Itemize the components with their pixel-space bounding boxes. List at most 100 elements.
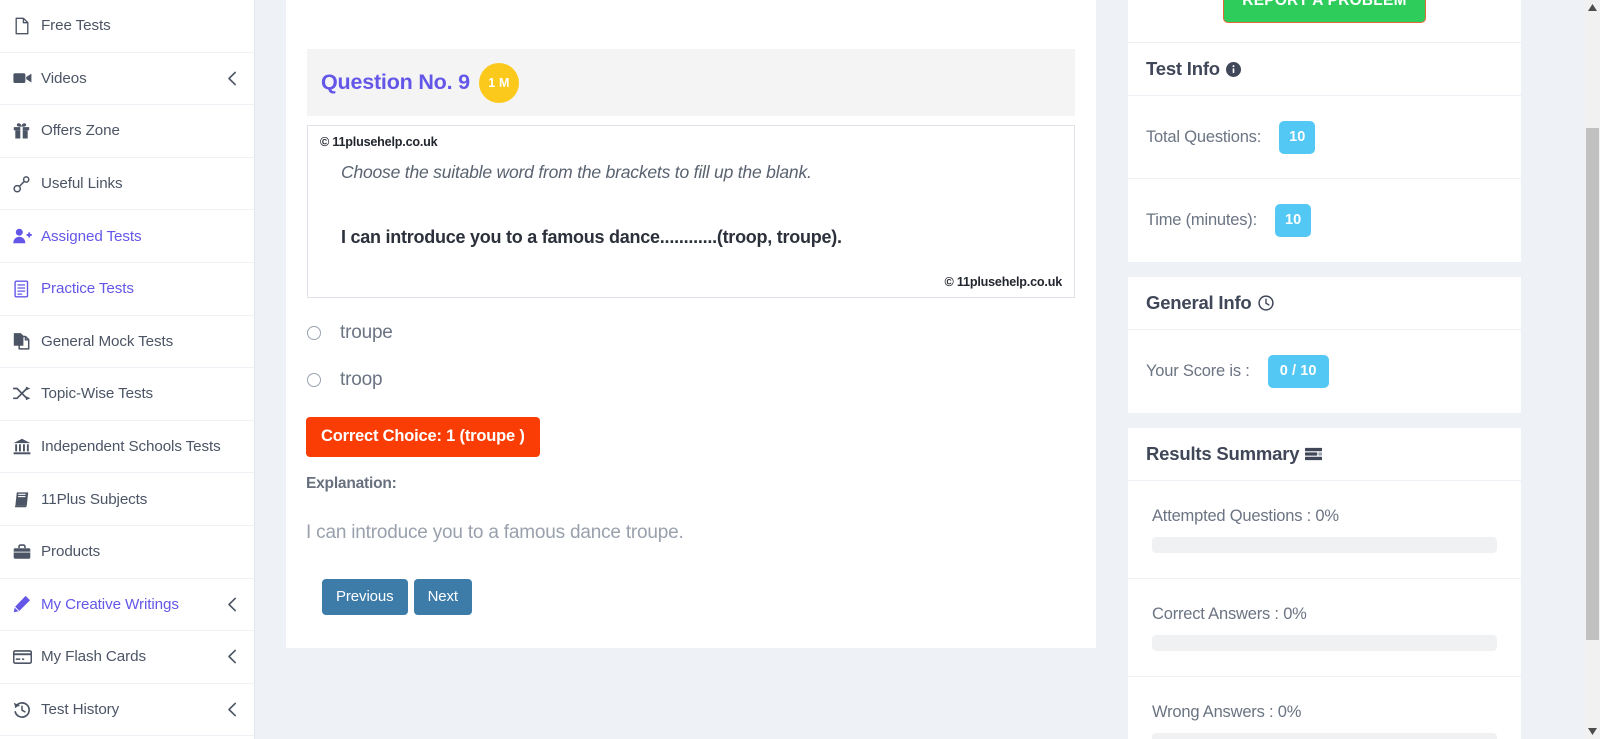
info-row-label: Total Questions: [1146, 127, 1262, 146]
info-row: Time (minutes): 10 [1128, 179, 1521, 262]
chevron-left-icon[interactable] [227, 649, 238, 664]
sidebar-item-assigned-tests[interactable]: Assigned Tests [0, 210, 254, 263]
results-summary-row: Attempted Questions : 0% [1128, 481, 1521, 579]
sidebar-item-topic-wise-tests[interactable]: Topic-Wise Tests [0, 368, 254, 421]
gift-icon [13, 122, 39, 140]
correct-choice-button[interactable]: Correct Choice: 1 (troupe ) [306, 417, 540, 457]
video-camera-icon [13, 71, 39, 85]
file-icon [13, 17, 39, 35]
answer-options: troupe troop [307, 309, 1096, 403]
sidebar-item-general-mock-tests[interactable]: General Mock Tests [0, 316, 254, 369]
sidebar-item-label: General Mock Tests [41, 332, 174, 350]
sidebar-item-label: Topic-Wise Tests [41, 385, 154, 403]
content-scroll-gutter[interactable] [1531, 0, 1536, 739]
briefcase-icon [13, 544, 39, 560]
document-lines-icon [13, 280, 39, 298]
question-text: I can introduce you to a famous dance...… [341, 227, 842, 247]
general-info-card: General Info Your Score is : 0 / 10 [1128, 276, 1521, 413]
results-summary-title: Results Summary [1146, 443, 1300, 464]
sidebar-item-independent-schools-tests[interactable]: Independent Schools Tests [0, 421, 254, 474]
report-a-problem-button[interactable]: REPORT A PROBLEM [1223, 0, 1426, 23]
report-problem-card: REPORT A PROBLEM Test Info Total Questio… [1128, 0, 1521, 262]
question-nav-buttons: Previous Next [322, 579, 1096, 615]
bank-icon [13, 438, 39, 455]
sidebar-item-label: 11Plus Subjects [41, 490, 148, 508]
question-title: Question No. 9 [321, 70, 470, 94]
chevron-left-icon[interactable] [227, 597, 238, 612]
progress-bar [1152, 733, 1497, 739]
sidebar-item-products[interactable]: Products [0, 526, 254, 579]
results-summary-label: Attempted Questions : 0% [1152, 507, 1339, 525]
results-summary-row: Wrong Answers : 0% [1128, 677, 1521, 739]
chevron-left-icon[interactable] [227, 702, 238, 717]
sidebar-item-label: Assigned Tests [41, 227, 142, 245]
scroll-down-arrow-icon[interactable] [1585, 724, 1600, 739]
shuffle-icon [13, 386, 39, 401]
watermark-bottom: © 11plusehelp.co.uk [944, 275, 1063, 289]
question-header: Question No. 9 1 M [307, 49, 1075, 116]
book-icon [13, 491, 39, 508]
test-info-title: Test Info [1146, 58, 1220, 79]
left-sidebar: Free Tests Videos Offers Zone Useful Links A… [0, 0, 255, 739]
page-scrollbar[interactable] [1585, 0, 1600, 739]
sidebar-item-label: Offers Zone [41, 122, 120, 140]
credit-card-icon [13, 650, 39, 664]
sidebar-item-label: Videos [41, 69, 87, 87]
marks-badge: 1 M [478, 62, 519, 103]
progress-bar [1152, 537, 1497, 553]
answer-option-label: troop [340, 368, 383, 390]
app-root: Free Tests Videos Offers Zone Useful Links A… [0, 0, 1600, 739]
watermark-top: © 11plusehelp.co.uk [320, 135, 438, 149]
scroll-up-arrow-icon[interactable] [1585, 0, 1600, 15]
info-row-label: Time (minutes): [1146, 211, 1257, 229]
sidebar-item-test-history[interactable]: Test History [0, 684, 254, 737]
results-summary-label: Correct Answers : 0% [1152, 605, 1307, 623]
user-plus-icon [13, 228, 39, 244]
radio-button-icon[interactable] [307, 372, 321, 387]
sidebar-item-label: My Flash Cards [41, 648, 146, 666]
results-summary-card: Results Summary Attempted Questions : 0%… [1128, 427, 1521, 739]
sidebar-item-11plus-subjects[interactable]: 11Plus Subjects [0, 473, 254, 526]
sidebar-item-label: Independent Schools Tests [41, 438, 221, 456]
sidebar-item-my-flash-cards[interactable]: My Flash Cards [0, 631, 254, 684]
previous-button[interactable]: Previous [322, 579, 408, 615]
sidebar-item-useful-links[interactable]: Useful Links [0, 158, 254, 211]
results-summary-header: Results Summary [1128, 427, 1521, 481]
pencil-icon [13, 595, 39, 613]
explanation-title: Explanation: [306, 475, 397, 492]
info-row-label: Your Score is : [1146, 362, 1250, 380]
sidebar-item-label: Free Tests [41, 17, 111, 35]
general-info-header: General Info [1128, 276, 1521, 330]
answer-option-label: troupe [340, 321, 393, 343]
sidebar-item-label: Useful Links [41, 175, 123, 193]
next-button[interactable]: Next [413, 579, 473, 615]
test-info-header: Test Info [1128, 42, 1521, 96]
sidebar-item-my-creative-writings[interactable]: My Creative Writings [0, 579, 254, 632]
sidebar-item-label: Products [41, 543, 101, 561]
copy-pages-icon [13, 332, 39, 351]
sidebar-item-label: My Creative Writings [41, 595, 179, 613]
chevron-left-icon[interactable] [227, 71, 238, 86]
clock-icon [1257, 295, 1274, 311]
progress-bar [1152, 635, 1497, 651]
sidebar-item-offers-zone[interactable]: Offers Zone [0, 105, 254, 158]
answer-option[interactable]: troupe [307, 309, 1096, 356]
question-card: Question No. 9 1 M © 11plusehelp.co.uk C… [286, 0, 1096, 648]
sidebar-item-free-tests[interactable]: Free Tests [0, 0, 254, 53]
page-scrollbar-thumb[interactable] [1586, 128, 1599, 640]
question-body: © 11plusehelp.co.uk Choose the suitable … [307, 125, 1075, 298]
info-row-value-badge: 10 [1275, 204, 1312, 237]
explanation-text: I can introduce you to a famous dance tr… [306, 522, 684, 543]
info-row: Your Score is : 0 / 10 [1128, 330, 1521, 413]
list-bars-icon [1305, 447, 1323, 461]
link-chain-icon [13, 175, 39, 193]
results-summary-label: Wrong Answers : 0% [1152, 703, 1302, 721]
answer-option[interactable]: troop [307, 356, 1096, 403]
info-row: Total Questions: 10 [1128, 96, 1521, 179]
sidebar-item-label: Test History [41, 701, 120, 719]
history-clock-icon [13, 701, 39, 719]
sidebar-item-videos[interactable]: Videos [0, 53, 254, 106]
radio-button-icon[interactable] [307, 325, 321, 340]
sidebar-item-practice-tests[interactable]: Practice Tests [0, 263, 254, 316]
info-row-value-badge: 0 / 10 [1267, 355, 1329, 388]
